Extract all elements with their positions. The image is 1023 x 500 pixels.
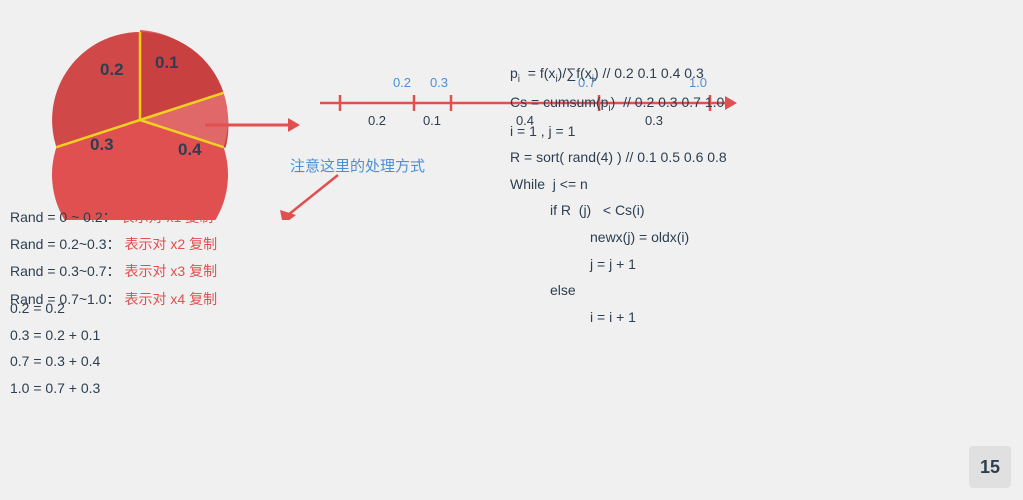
rand-range-2: Rand = 0.2~0.3： [10,232,121,257]
page-number: 15 [980,457,1000,478]
numline-top-label-02: 0.2 [393,75,411,90]
right-panel: pi = f(xi)/∑f(xi) // 0.2 0.1 0.4 0.3 Cs … [490,0,1023,500]
pie-label-01: 0.1 [155,53,179,72]
cumsum-block: 0.2 = 0.2 0.3 = 0.2 + 0.1 0.7 = 0.3 + 0.… [10,295,100,401]
rand-desc-4: 表示对 x4 复制 [125,287,218,312]
cumsum-line-3: 0.7 = 0.3 + 0.4 [10,348,100,375]
code-line-3: i = 1 , j = 1 [510,118,727,145]
code-line-2: Cs = cumsum(pi) // 0.2 0.3 0.7 1.0 [510,89,727,118]
numline-top-label-03: 0.3 [430,75,448,90]
cumsum-line-4: 1.0 = 0.7 + 0.3 [10,375,100,402]
arrow-back-area [268,170,348,225]
rand-row-3: Rand = 0.3~0.7： 表示对 x3 复制 [10,259,217,284]
code-block: pi = f(xi)/∑f(xi) // 0.2 0.1 0.4 0.3 Cs … [510,60,727,330]
code-line-10: i = i + 1 [510,304,727,331]
rand-desc-3: 表示对 x3 复制 [125,259,218,284]
rand-desc-2: 表示对 x2 复制 [125,232,218,257]
cumsum-line-1: 0.2 = 0.2 [10,295,100,322]
left-panel: 0.1 0.2 0.3 0.4 [0,0,490,500]
arrow-right-svg [200,110,300,140]
code-line-7: newx(j) = oldx(i) [510,224,727,251]
rand-range-1: Rand = 0 ~ 0.2： [10,205,117,230]
code-line-1: pi = f(xi)/∑f(xi) // 0.2 0.1 0.4 0.3 [510,60,727,89]
code-line-8: j = j + 1 [510,251,727,278]
arrow-back-svg [268,170,348,220]
numline-bot-label-02: 0.2 [368,113,386,128]
pie-label-04: 0.4 [178,140,202,159]
rand-row-1: Rand = 0 ~ 0.2： 表示对 x1 复制 [10,205,217,230]
code-line-5: While j <= n [510,171,727,198]
page-number-badge: 15 [969,446,1011,488]
rand-desc-1: 表示对 x1 复制 [121,205,214,230]
pie-label-02: 0.2 [100,60,124,79]
rand-row-2: Rand = 0.2~0.3： 表示对 x2 复制 [10,232,217,257]
main-container: 0.1 0.2 0.3 0.4 [0,0,1023,500]
code-line-4: R = sort( rand(4) ) // 0.1 0.5 0.6 0.8 [510,144,727,171]
numline-bot-label-01: 0.1 [423,113,441,128]
pie-label-03: 0.3 [90,135,114,154]
rand-range-3: Rand = 0.3~0.7： [10,259,121,284]
cumsum-line-2: 0.3 = 0.2 + 0.1 [10,322,100,349]
code-line-9: else [510,277,727,304]
code-line-6: if R (j) < Cs(i) [510,197,727,224]
